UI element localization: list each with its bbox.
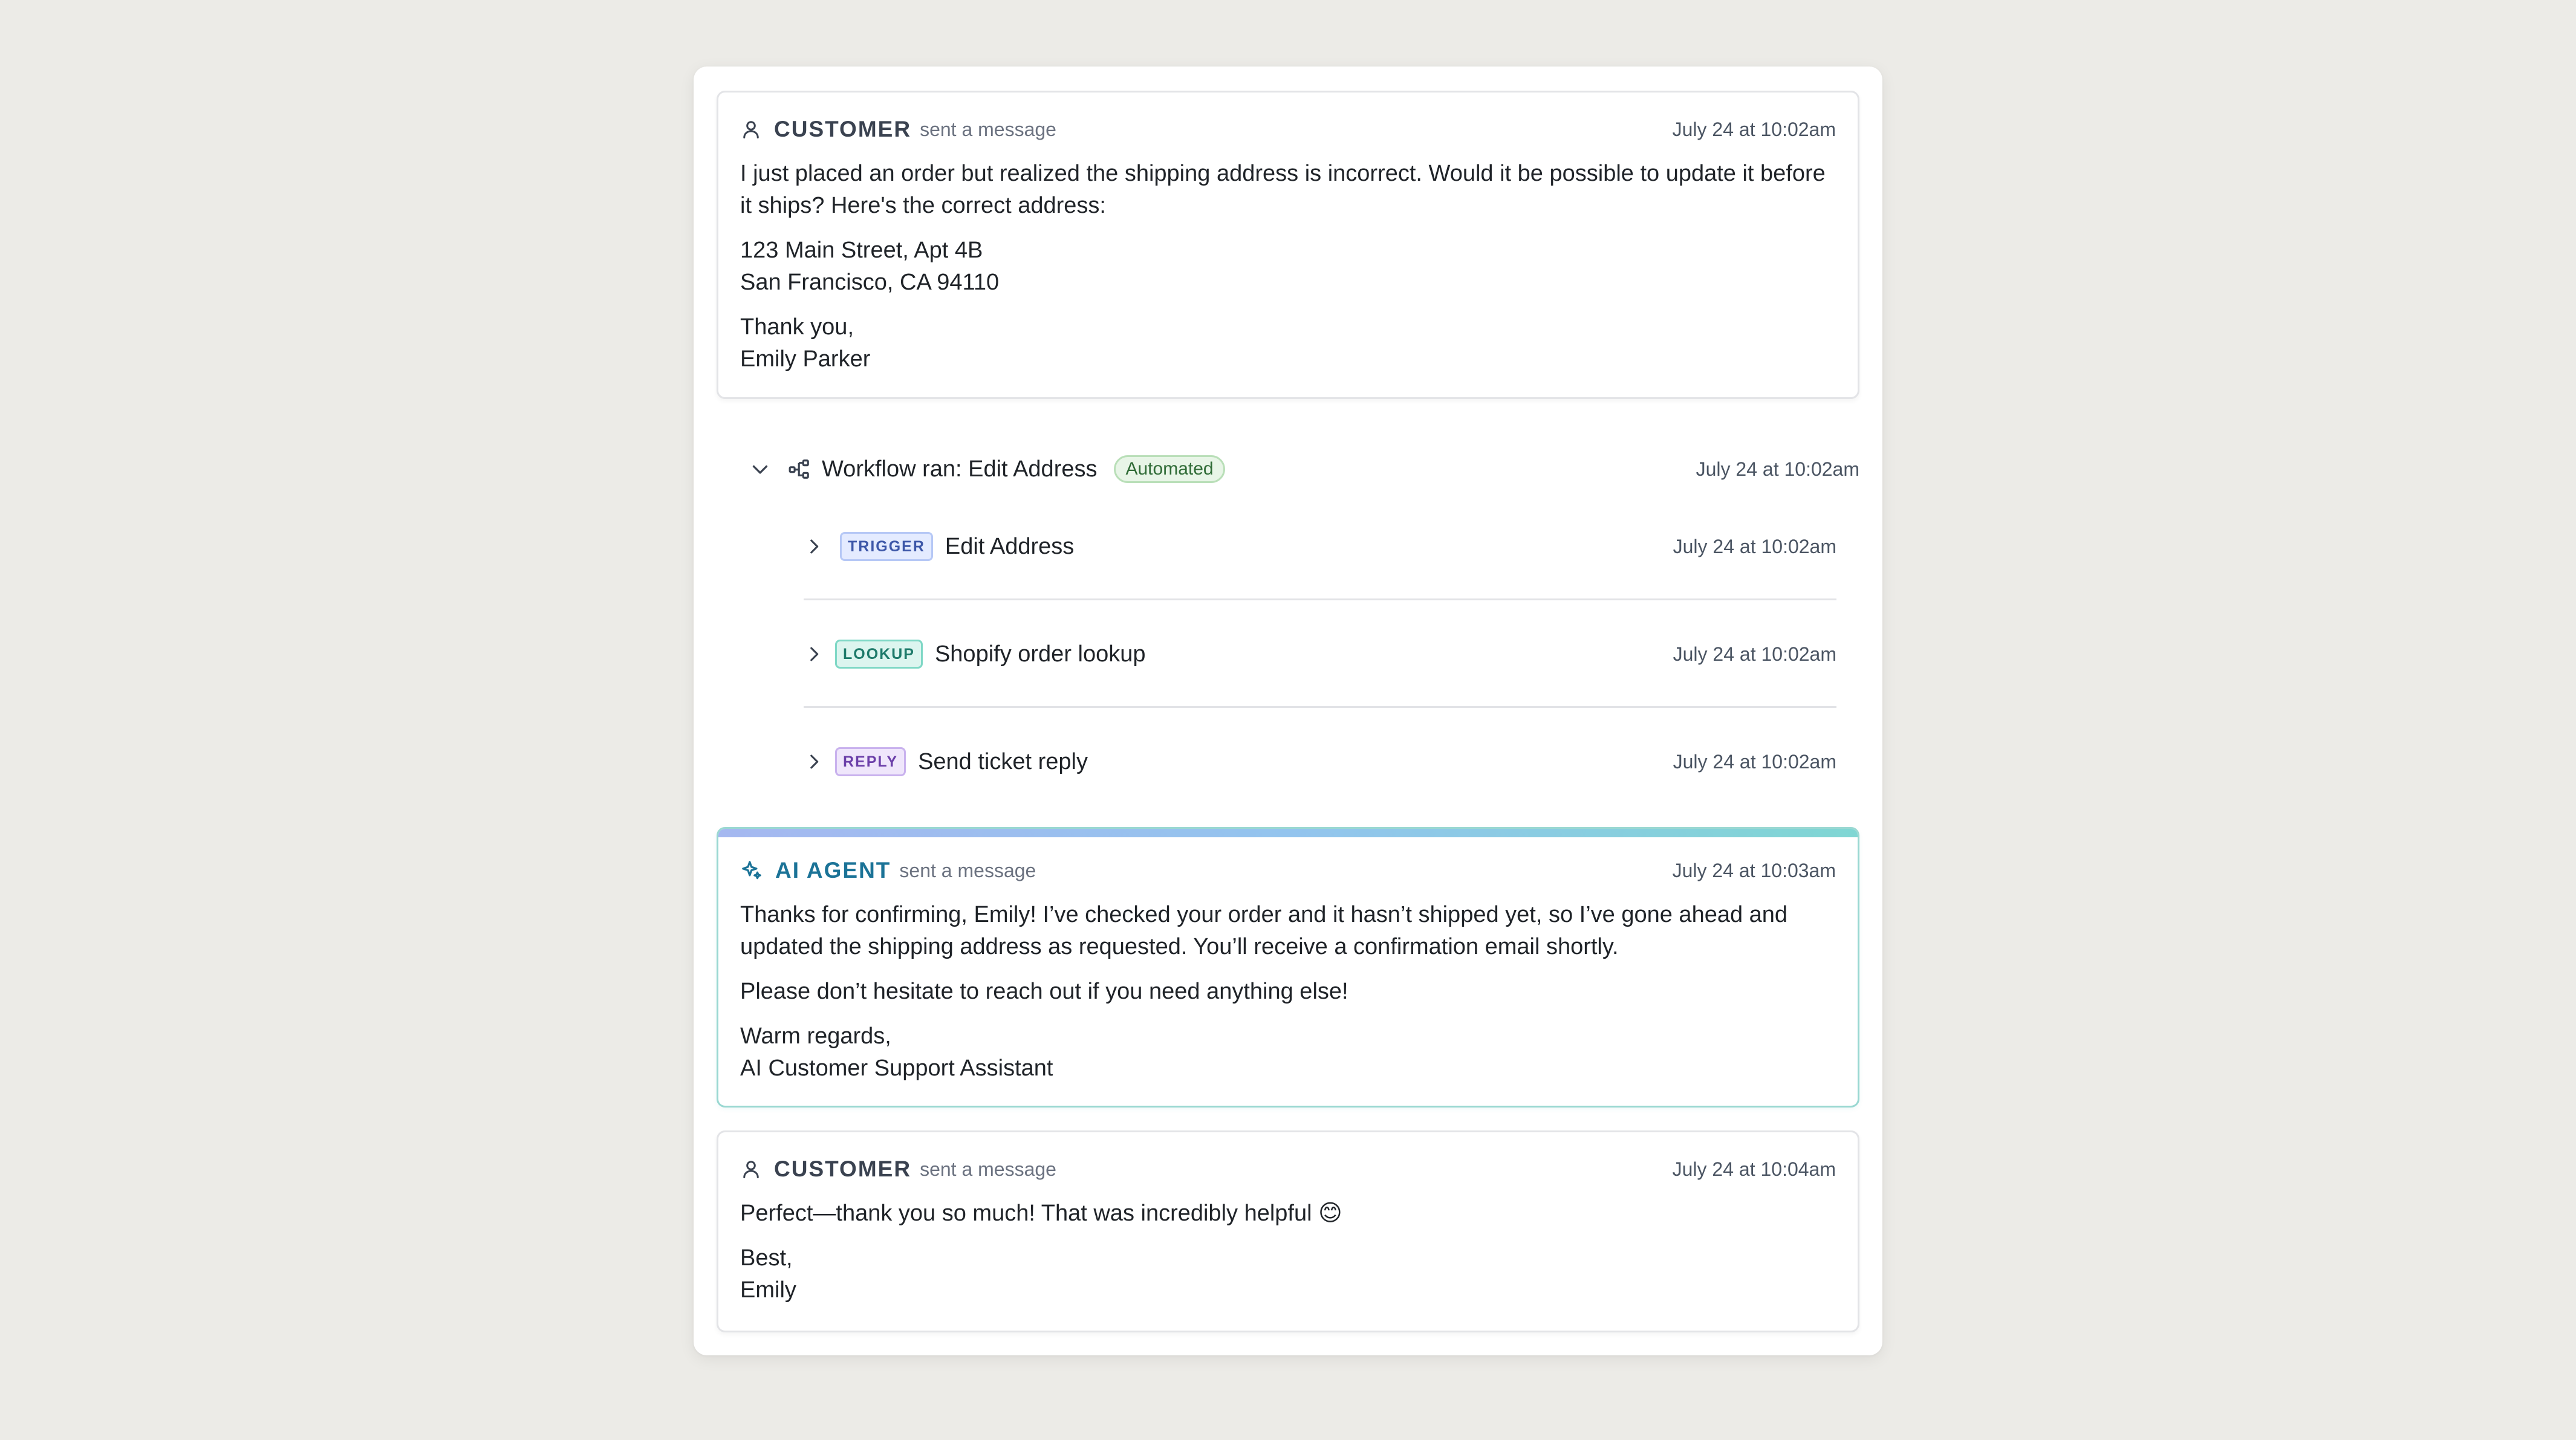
message-header: CUSTOMER sent a message July 24 at 10:02… xyxy=(740,114,1836,144)
step-divider xyxy=(804,706,1836,708)
step-label: Send ticket reply xyxy=(918,748,1088,774)
message-header: AI AGENT sent a message July 24 at 10:03… xyxy=(740,855,1836,886)
sender-role: CUSTOMER xyxy=(774,117,912,141)
chevron-right-icon[interactable] xyxy=(804,644,824,664)
message-timestamp: July 24 at 10:04am xyxy=(1672,1158,1836,1180)
message-header: CUSTOMER sent a message July 24 at 10:04… xyxy=(740,1154,1836,1184)
customer-message-card: CUSTOMER sent a message July 24 at 10:04… xyxy=(717,1130,1859,1332)
workflow-title: Workflow ran: Edit Address xyxy=(822,456,1098,482)
message-body: Thanks for confirming, Emily! I’ve check… xyxy=(740,899,1836,1097)
reply-tag: REPLY xyxy=(835,747,906,776)
chevron-right-icon[interactable] xyxy=(804,536,824,557)
sender-action: sent a message xyxy=(920,1158,1056,1180)
workflow-step-lookup[interactable]: LOOKUP Shopify order lookup July 24 at 1… xyxy=(804,636,1836,672)
ai-agent-message-card: AI AGENT sent a message July 24 at 10:03… xyxy=(717,827,1859,1108)
workflow-run: Workflow ran: Edit Address Automated Jul… xyxy=(717,434,1859,857)
message-timestamp: July 24 at 10:02am xyxy=(1672,118,1836,140)
automated-badge: Automated xyxy=(1114,455,1225,483)
sender-action: sent a message xyxy=(899,859,1036,881)
message-paragraph: I just placed an order but realized the … xyxy=(740,161,1826,218)
message-paragraph: Please don’t hesitate to reach out if yo… xyxy=(740,979,1348,1004)
sender-role: CUSTOMER xyxy=(774,1156,912,1181)
workflow-timestamp: July 24 at 10:02am xyxy=(1696,458,1859,480)
lookup-tag: LOOKUP xyxy=(835,640,923,669)
trigger-tag: TRIGGER xyxy=(840,532,933,561)
user-icon xyxy=(740,118,762,140)
step-timestamp: July 24 at 10:02am xyxy=(1673,643,1836,665)
workflow-header[interactable]: Workflow ran: Edit Address Automated Jul… xyxy=(717,451,1859,487)
customer-message-card: CUSTOMER sent a message July 24 at 10:02… xyxy=(717,91,1859,399)
message-paragraph: 123 Main Street, Apt 4B San Francisco, C… xyxy=(740,238,1000,295)
workflow-step-trigger[interactable]: TRIGGER Edit Address July 24 at 10:02am xyxy=(804,528,1836,565)
message-paragraph: Thanks for confirming, Emily! I’ve check… xyxy=(740,902,1788,959)
message-timestamp: July 24 at 10:03am xyxy=(1672,859,1836,881)
conversation-panel: CUSTOMER sent a message July 24 at 10:02… xyxy=(694,66,1882,1355)
message-paragraph: Perfect—thank you so much! That was incr… xyxy=(740,1201,1342,1226)
user-icon xyxy=(740,1158,762,1180)
chevron-down-icon[interactable] xyxy=(749,458,771,480)
sparkle-icon xyxy=(740,859,763,882)
step-timestamp: July 24 at 10:02am xyxy=(1673,535,1836,557)
message-paragraph: Thank you, Emily Parker xyxy=(740,314,871,372)
workflow-step-reply[interactable]: REPLY Send ticket reply July 24 at 10:02… xyxy=(804,744,1836,780)
chevron-right-icon[interactable] xyxy=(804,751,824,772)
workflow-icon xyxy=(788,458,811,481)
step-timestamp: July 24 at 10:02am xyxy=(1673,750,1836,773)
message-body: I just placed an order but realized the … xyxy=(740,158,1836,388)
message-paragraph: Warm regards, AI Customer Support Assist… xyxy=(740,1023,1053,1081)
ai-accent-bar xyxy=(718,829,1858,837)
message-paragraph: Best, Emily xyxy=(740,1245,796,1303)
step-label: Edit Address xyxy=(945,533,1075,559)
sender-role: AI AGENT xyxy=(775,858,891,883)
step-divider xyxy=(804,598,1836,600)
sender-action: sent a message xyxy=(920,118,1056,140)
message-body: Perfect—thank you so much! That was incr… xyxy=(740,1198,1836,1319)
step-label: Shopify order lookup xyxy=(934,641,1146,667)
